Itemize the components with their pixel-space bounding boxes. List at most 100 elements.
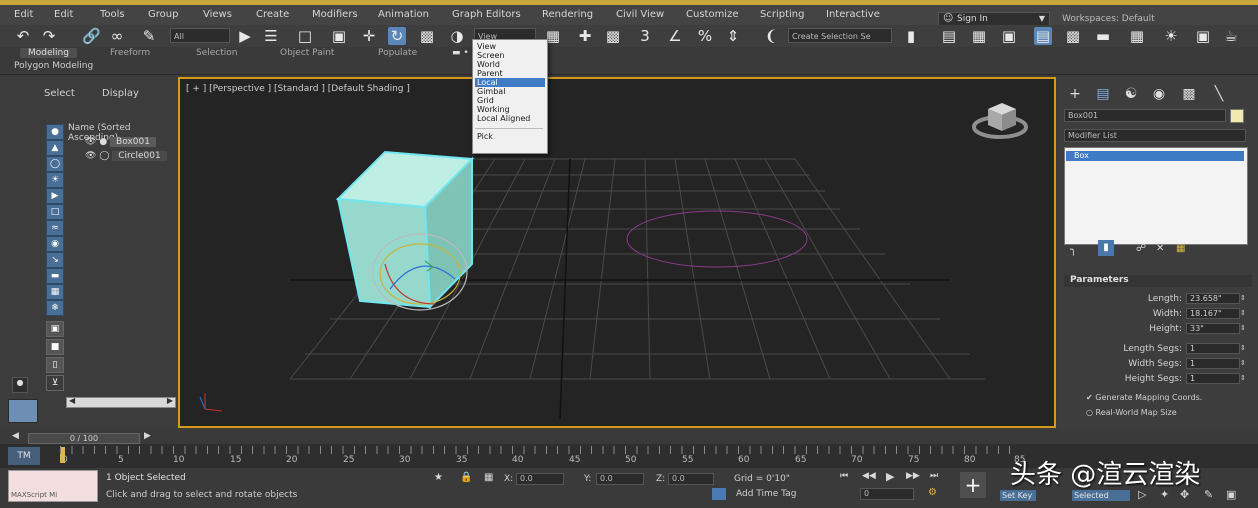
schematic-view-icon[interactable]: ▬ (1094, 27, 1112, 45)
select-object-icon[interactable]: ▶ (236, 27, 254, 45)
named-selection-set-dropdown[interactable]: Create Selection Se (788, 28, 892, 43)
hierarchy-tab-icon[interactable]: ☯ (1122, 85, 1140, 103)
menu-file[interactable]: Edit (14, 9, 33, 20)
length-segs-spinner[interactable]: 1 (1186, 343, 1240, 354)
key-filter-dropdown[interactable]: Selected (1072, 490, 1130, 501)
percent-snap-icon[interactable]: % (696, 27, 714, 45)
scroll-left-icon[interactable]: ◀ (69, 396, 75, 405)
add-time-tag-icon[interactable] (712, 488, 726, 500)
display-invert-icon[interactable]: ■ (46, 339, 64, 355)
select-and-move-icon[interactable]: ✛ (360, 27, 378, 45)
menu-civil-view[interactable]: Civil View (616, 9, 664, 20)
scene-explorer-icon[interactable]: ▦ (970, 27, 988, 45)
remove-modifier-icon[interactable]: ✕ (1156, 243, 1164, 254)
current-frame-field[interactable]: 0 (860, 488, 914, 500)
display-all-icon[interactable]: ● (46, 124, 64, 140)
display-frozen-icon[interactable]: ❄ (46, 300, 64, 316)
display-spacewarps-icon[interactable]: ≈ (46, 220, 64, 236)
redo-icon[interactable]: ↷ (40, 27, 58, 45)
ribbon-options-icon[interactable]: ▬ • (452, 48, 469, 58)
next-frame-icon[interactable]: ▶▶ (906, 471, 920, 481)
dd-item-screen[interactable]: Screen (475, 51, 545, 60)
ribbon-polygon-modeling[interactable]: Polygon Modeling (14, 61, 93, 71)
display-bones-icon[interactable]: ▬ (46, 268, 64, 284)
dd-item-working[interactable]: Working (475, 105, 545, 114)
scroll-right-icon[interactable]: ▶ (167, 396, 173, 405)
length-spinner[interactable]: 23.658" (1186, 293, 1240, 304)
edit-named-selection-icon[interactable]: ❨ (762, 27, 780, 45)
select-and-place-icon[interactable]: ◑ (448, 27, 466, 45)
absolute-mode-icon[interactable]: ▦ (484, 472, 493, 483)
dd-item-local[interactable]: Local (475, 78, 545, 87)
menu-tools[interactable]: Tools (100, 9, 125, 20)
motion-tab-icon[interactable]: ◉ (1150, 85, 1168, 103)
menu-graph-editors[interactable]: Graph Editors (452, 9, 521, 20)
display-containers-icon[interactable]: ▦ (46, 284, 64, 300)
select-and-scale-icon[interactable]: ▩ (418, 27, 436, 45)
menu-modifiers[interactable]: Modifiers (312, 9, 358, 20)
link-icon[interactable]: 🔗 (82, 27, 101, 45)
tab-modeling[interactable]: Modeling (20, 48, 77, 58)
create-tab-icon[interactable]: + (1066, 85, 1084, 103)
make-unique-icon[interactable]: ☍ (1136, 243, 1146, 254)
display-helpers-icon[interactable]: □ (46, 204, 64, 220)
window-crossing-icon[interactable]: ▣ (330, 27, 348, 45)
display-groups-icon[interactable]: ◉ (46, 236, 64, 252)
menu-rendering[interactable]: Rendering (542, 9, 593, 20)
tab-object-paint[interactable]: Object Paint (280, 48, 334, 58)
add-time-tag-label[interactable]: Add Time Tag (736, 489, 796, 499)
render-setup-icon[interactable]: ☀ (1162, 27, 1180, 45)
angle-snap-icon[interactable]: ∠ (666, 27, 684, 45)
rect-selection-region-icon[interactable]: □ (296, 27, 314, 45)
visibility-eye-icon[interactable]: 👁 (85, 151, 96, 161)
time-prev-icon[interactable]: ◀ (12, 431, 19, 441)
dd-item-view[interactable]: View (475, 42, 545, 51)
menu-group[interactable]: Group (148, 9, 178, 20)
display-cameras-icon[interactable]: ▶ (46, 188, 64, 204)
spinner-arrows-icon[interactable]: ⇕ (1240, 344, 1246, 352)
selection-filter-dropdown[interactable]: All (170, 28, 230, 43)
real-world-map-checkbox[interactable]: ○ Real-World Map Size (1086, 408, 1177, 417)
modifier-stack[interactable]: Box (1064, 147, 1248, 245)
rendered-frame-window-icon[interactable]: ▣ (1194, 27, 1212, 45)
isolate-selection-icon[interactable]: ★ (434, 472, 443, 483)
bind-space-warp-icon[interactable]: ✎ (140, 27, 158, 45)
spinner-arrows-icon[interactable]: ⇕ (1240, 374, 1246, 382)
menu-animation[interactable]: Animation (378, 9, 429, 20)
scene-row-circle[interactable]: 👁 ◯ Circle001 (85, 151, 167, 161)
select-by-name-icon[interactable]: ☰ (262, 27, 280, 45)
height-segs-spinner[interactable]: 1 (1186, 373, 1240, 384)
time-next-icon[interactable]: ▶ (144, 431, 151, 441)
select-manipulate-icon[interactable]: ✚ (576, 27, 594, 45)
menu-customize[interactable]: Customize (686, 9, 739, 20)
curve-editor-icon[interactable]: ▩ (1064, 27, 1082, 45)
play-icon[interactable]: ▶ (886, 470, 894, 483)
mirror-icon[interactable]: ▮ (902, 27, 920, 45)
menu-create[interactable]: Create (256, 9, 289, 20)
select-and-rotate-icon[interactable]: ↻ (388, 27, 406, 45)
height-spinner[interactable]: 33" (1186, 323, 1240, 334)
maximize-viewport-icon[interactable]: ▣ (1226, 488, 1236, 501)
goto-end-icon[interactable]: ⏭ (930, 471, 938, 481)
render-production-icon[interactable]: ☕ (1222, 27, 1240, 45)
goto-start-icon[interactable]: ⏮ (840, 471, 848, 481)
menu-interactive[interactable]: Interactive (826, 9, 880, 20)
set-key-icon[interactable]: + (960, 472, 986, 498)
tab-selection[interactable]: Selection (196, 48, 237, 58)
keyboard-shortcut-toggle-icon[interactable]: ▩ (604, 27, 622, 45)
viewport-nav-fov-icon[interactable]: ✎ (1204, 488, 1213, 501)
dd-item-grid[interactable]: Grid (475, 96, 545, 105)
dd-item-pick[interactable]: Pick (475, 132, 545, 141)
spinner-snap-icon[interactable]: ⇕ (724, 27, 742, 45)
tab-freeform[interactable]: Freeform (110, 48, 150, 58)
width-segs-spinner[interactable]: 1 (1186, 358, 1240, 369)
layer-explorer-icon[interactable]: ▣ (1000, 27, 1018, 45)
object-name-field[interactable]: Box001 (1064, 109, 1226, 122)
modifier-list-dropdown[interactable]: Modifier List (1064, 129, 1246, 142)
parameters-rollout-header[interactable]: Parameters (1064, 275, 1252, 287)
spinner-arrows-icon[interactable]: ⇕ (1240, 309, 1246, 317)
scene-row-box[interactable]: 👁 ● Box001 (85, 137, 156, 147)
perspective-viewport[interactable]: [ + ] [Perspective ] [Standard ] [Defaul… (178, 77, 1056, 428)
dd-item-parent[interactable]: Parent (475, 69, 545, 78)
reference-coordinate-list[interactable]: View Screen World Parent Local Gimbal Gr… (472, 39, 548, 154)
